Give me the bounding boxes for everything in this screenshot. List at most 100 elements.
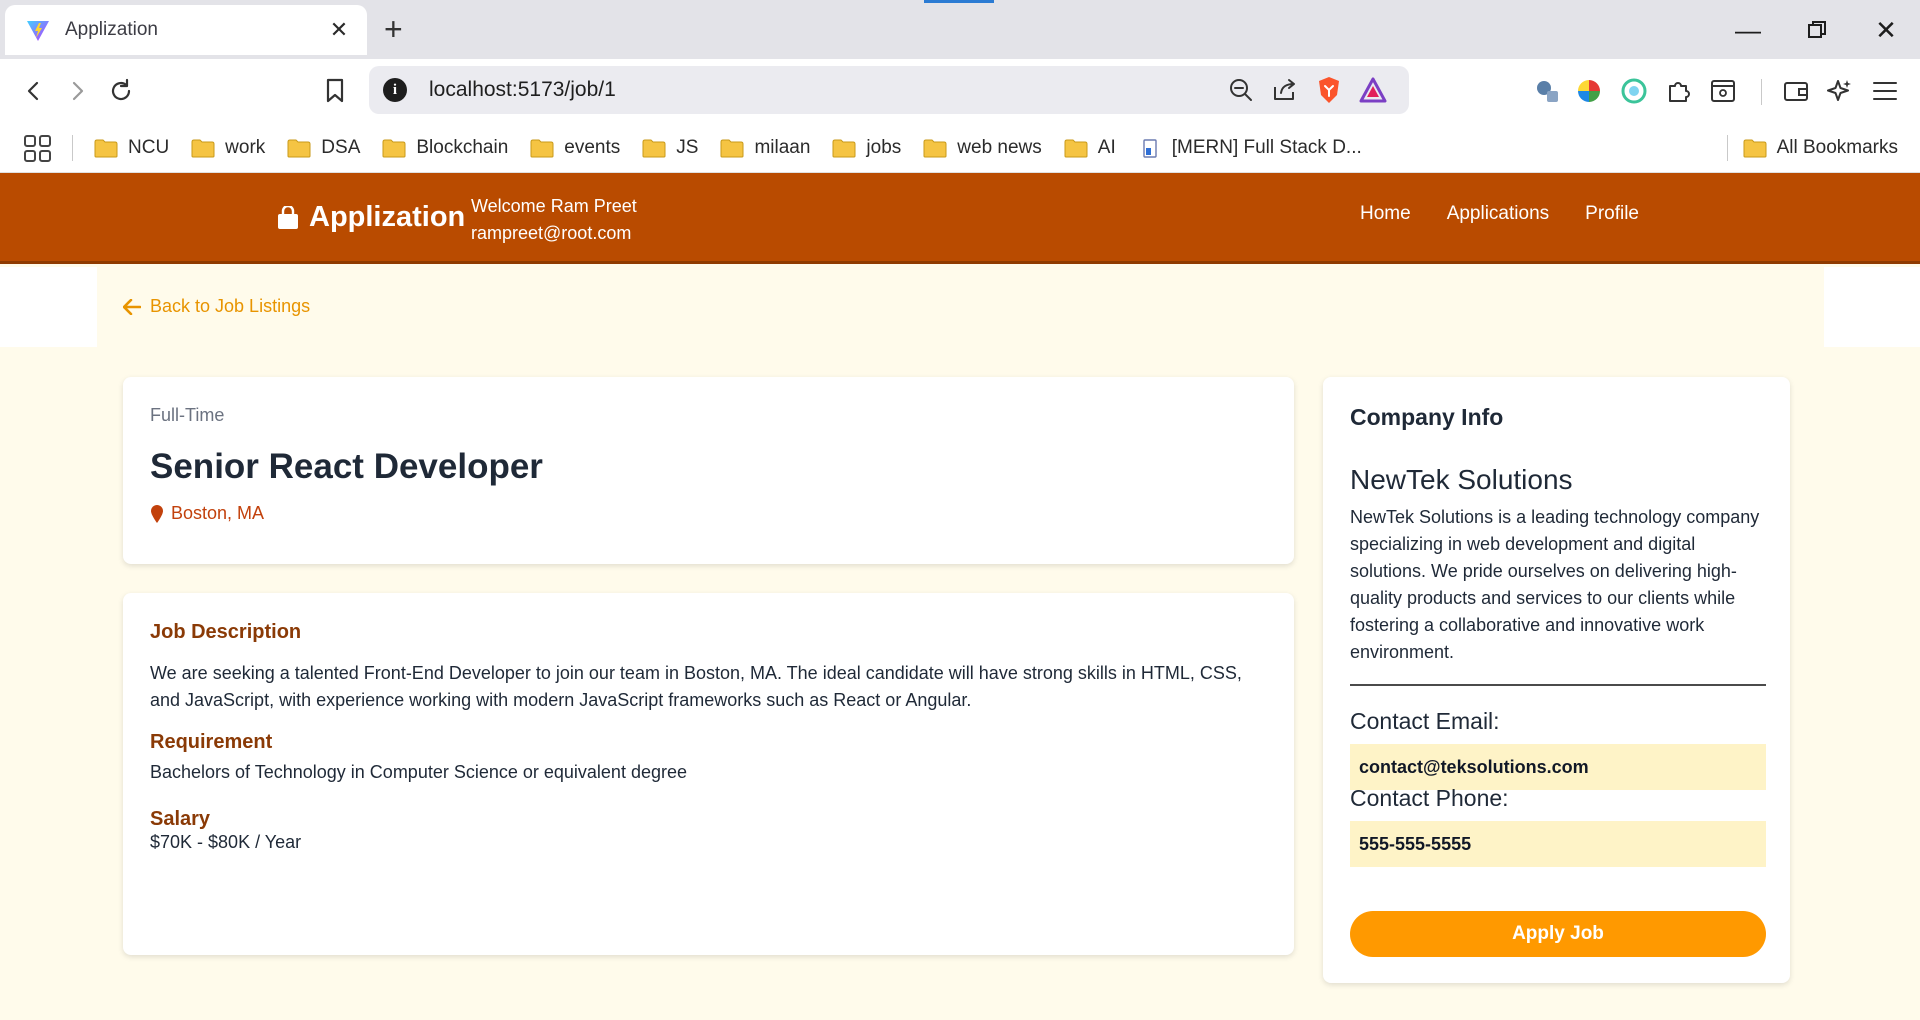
- description-text: We are seeking a talented Front-End Deve…: [150, 663, 1242, 710]
- menu-icon[interactable]: [1868, 74, 1902, 108]
- share-icon[interactable]: [1263, 72, 1307, 108]
- requirement-heading: Requirement: [150, 731, 273, 753]
- folder-icon: [720, 139, 744, 157]
- tab-close-icon[interactable]: ✕: [325, 17, 353, 43]
- back-link-container: [97, 267, 1824, 347]
- browser-tabstrip: Applization ✕ + — ✕: [0, 0, 1920, 59]
- folder-icon: [832, 139, 856, 157]
- bookmarks-separator: [72, 135, 73, 161]
- wallet-icon[interactable]: [1779, 74, 1813, 108]
- apps-grid-icon[interactable]: [24, 135, 52, 163]
- bookmark-folder[interactable]: NCU: [94, 137, 169, 159]
- folder-icon: [191, 139, 215, 157]
- job-location: Boston, MA: [150, 503, 264, 524]
- map-marker-icon: [151, 504, 163, 523]
- bookmark-label: events: [564, 137, 621, 158]
- location-text: Boston, MA: [171, 503, 265, 523]
- bookmark-folder[interactable]: Blockchain: [382, 137, 508, 159]
- restore-icon[interactable]: [1797, 10, 1837, 50]
- user-email: rampreet@root.com: [471, 223, 632, 243]
- description-heading: Job Description: [150, 621, 302, 643]
- loading-indicator: [924, 0, 994, 3]
- requirement-text: Bachelors of Technology in Computer Scie…: [150, 762, 687, 782]
- bookmark-label: Blockchain: [416, 137, 509, 158]
- minimize-icon[interactable]: —: [1728, 10, 1768, 50]
- apply-job-button[interactable]: Apply Job: [1350, 911, 1766, 957]
- address-bar[interactable]: i localhost:5173/job/1: [369, 66, 1409, 114]
- contact-email: contact@teksolutions.com: [1350, 744, 1766, 790]
- tab-title: Applization: [65, 19, 158, 40]
- zoom-out-icon[interactable]: [1219, 72, 1263, 108]
- reload-icon[interactable]: [101, 71, 141, 111]
- bookmark-folder[interactable]: DSA: [287, 137, 360, 159]
- job-header-card: Full-Time Senior React Developer Boston,…: [123, 377, 1294, 564]
- folder-icon: [287, 139, 311, 157]
- back-link-label: Back to Job Listings: [150, 296, 311, 316]
- brand-name: Applization: [309, 201, 466, 233]
- company-info-heading: Company Info: [1350, 404, 1504, 430]
- bookmark-folder[interactable]: web news: [923, 137, 1042, 159]
- bookmark-folder[interactable]: milaan: [720, 137, 810, 159]
- company-name: NewTek Solutions: [1350, 464, 1573, 495]
- nav-home[interactable]: Home: [1360, 203, 1411, 225]
- leo-ai-icon[interactable]: [1823, 74, 1857, 108]
- bookmark-label: work: [225, 137, 266, 158]
- bookmarks-bar: NCU work DSA Blockchain events JS milaan jobs we…: [0, 123, 1920, 173]
- bookmark-link[interactable]: [MERN] Full Stack D...: [1138, 137, 1362, 159]
- bookmark-folder[interactable]: AI: [1064, 137, 1116, 159]
- salary-heading: Salary: [150, 808, 211, 830]
- forward-icon[interactable]: [57, 71, 97, 111]
- folder-icon: [1743, 139, 1767, 157]
- job-title: Senior React Developer: [150, 447, 543, 486]
- brand-logo[interactable]: Applization: [277, 201, 465, 234]
- job-description-card: Job Description We are seeking a talente…: [123, 593, 1294, 955]
- briefcase-icon: [278, 205, 298, 229]
- bookmark-icon[interactable]: [315, 71, 355, 111]
- brave-shield-icon[interactable]: [1307, 72, 1351, 108]
- window-close-icon[interactable]: ✕: [1866, 10, 1906, 50]
- all-bookmarks-folder[interactable]: All Bookmarks: [1743, 123, 1898, 173]
- bookmarks-list: NCU work DSA Blockchain events JS milaan jobs we…: [94, 123, 1384, 173]
- company-description: NewTek Solutions is a leading technology…: [1350, 507, 1760, 662]
- contact-phone-label: Contact Phone:: [1350, 785, 1509, 811]
- bookmark-folder[interactable]: work: [191, 137, 265, 159]
- folder-icon: [530, 139, 554, 157]
- arrow-left-icon: [123, 298, 141, 315]
- bookmark-label: AI: [1097, 137, 1116, 158]
- app-navbar: Applization Welcome Ram Preet rampreet@r…: [0, 173, 1920, 264]
- welcome-text: Welcome Ram Preet: [471, 196, 637, 216]
- company-divider: [1350, 684, 1766, 686]
- salary-text: $70K - $80K / Year: [150, 832, 302, 852]
- brave-rewards-icon[interactable]: [1351, 72, 1395, 108]
- bookmark-folder[interactable]: events: [530, 137, 620, 159]
- all-bookmarks-label: All Bookmarks: [1776, 137, 1898, 158]
- job-type: Full-Time: [150, 405, 225, 425]
- back-icon[interactable]: [14, 71, 54, 111]
- bookmark-label: NCU: [128, 137, 170, 158]
- nav-applications[interactable]: Applications: [1447, 203, 1549, 225]
- folder-icon: [642, 139, 666, 157]
- folder-icon: [1064, 139, 1088, 157]
- extensions-puzzle-icon[interactable]: [1662, 74, 1696, 108]
- user-welcome: Welcome Ram Preet rampreet@root.com: [471, 193, 637, 247]
- bookmark-label: [MERN] Full Stack D...: [1171, 137, 1362, 158]
- site-info-icon[interactable]: i: [383, 78, 407, 102]
- nav-profile[interactable]: Profile: [1585, 203, 1639, 225]
- bookmark-folder[interactable]: jobs: [832, 137, 901, 159]
- url-text[interactable]: localhost:5173/job/1: [429, 78, 1219, 102]
- folder-icon: [923, 139, 947, 157]
- target-extension-icon[interactable]: [1617, 74, 1651, 108]
- bookmark-label: web news: [957, 137, 1042, 158]
- browser-tab[interactable]: Applization ✕: [5, 5, 367, 55]
- nav-links: Home Applications Profile: [1360, 203, 1675, 225]
- new-tab-icon[interactable]: +: [384, 12, 403, 46]
- bookmark-folder[interactable]: JS: [642, 137, 698, 159]
- toolbar-separator: [1761, 79, 1762, 105]
- contact-phone: 555-555-5555: [1350, 821, 1766, 867]
- bookmark-page-icon: [1143, 138, 1157, 158]
- translate-extension-icon[interactable]: [1530, 74, 1564, 108]
- bookmark-label: DSA: [321, 137, 361, 158]
- reading-mode-icon[interactable]: [1706, 74, 1740, 108]
- color-picker-extension-icon[interactable]: [1572, 74, 1606, 108]
- back-to-listings-link[interactable]: Back to Job Listings: [123, 296, 310, 317]
